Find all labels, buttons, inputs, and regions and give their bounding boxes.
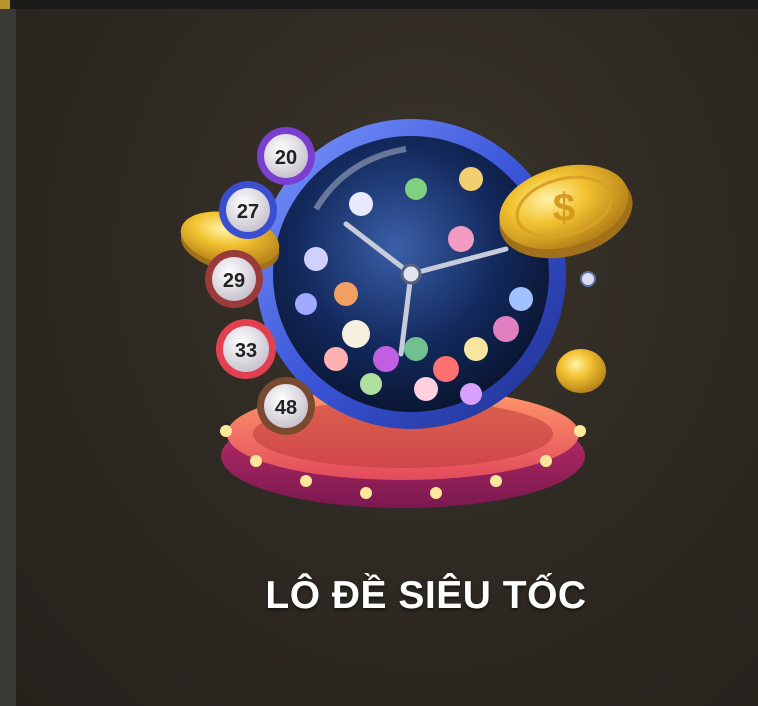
number-ball: 27 [219, 181, 277, 239]
number-ball: 48 [257, 377, 315, 435]
svg-text:$: $ [553, 186, 575, 230]
coin-icon [556, 349, 606, 393]
game-card[interactable]: $ 20 27 29 33 48 LÔ ĐỀ SIÊU TỐC [16, 9, 758, 706]
ball-number: 48 [275, 397, 297, 419]
left-edge-strip [0, 9, 16, 706]
number-ball: 20 [257, 127, 315, 185]
number-ball: 33 [216, 319, 276, 379]
ball-number: 27 [237, 201, 259, 223]
ball-number: 20 [275, 147, 297, 169]
game-title: LÔ ĐỀ SIÊU TỐC [265, 574, 587, 617]
number-ball: 29 [205, 250, 263, 308]
ball-number: 29 [223, 270, 245, 292]
top-edge-bar [0, 0, 758, 9]
top-edge-accent [0, 0, 10, 9]
ball-number: 33 [235, 340, 257, 362]
